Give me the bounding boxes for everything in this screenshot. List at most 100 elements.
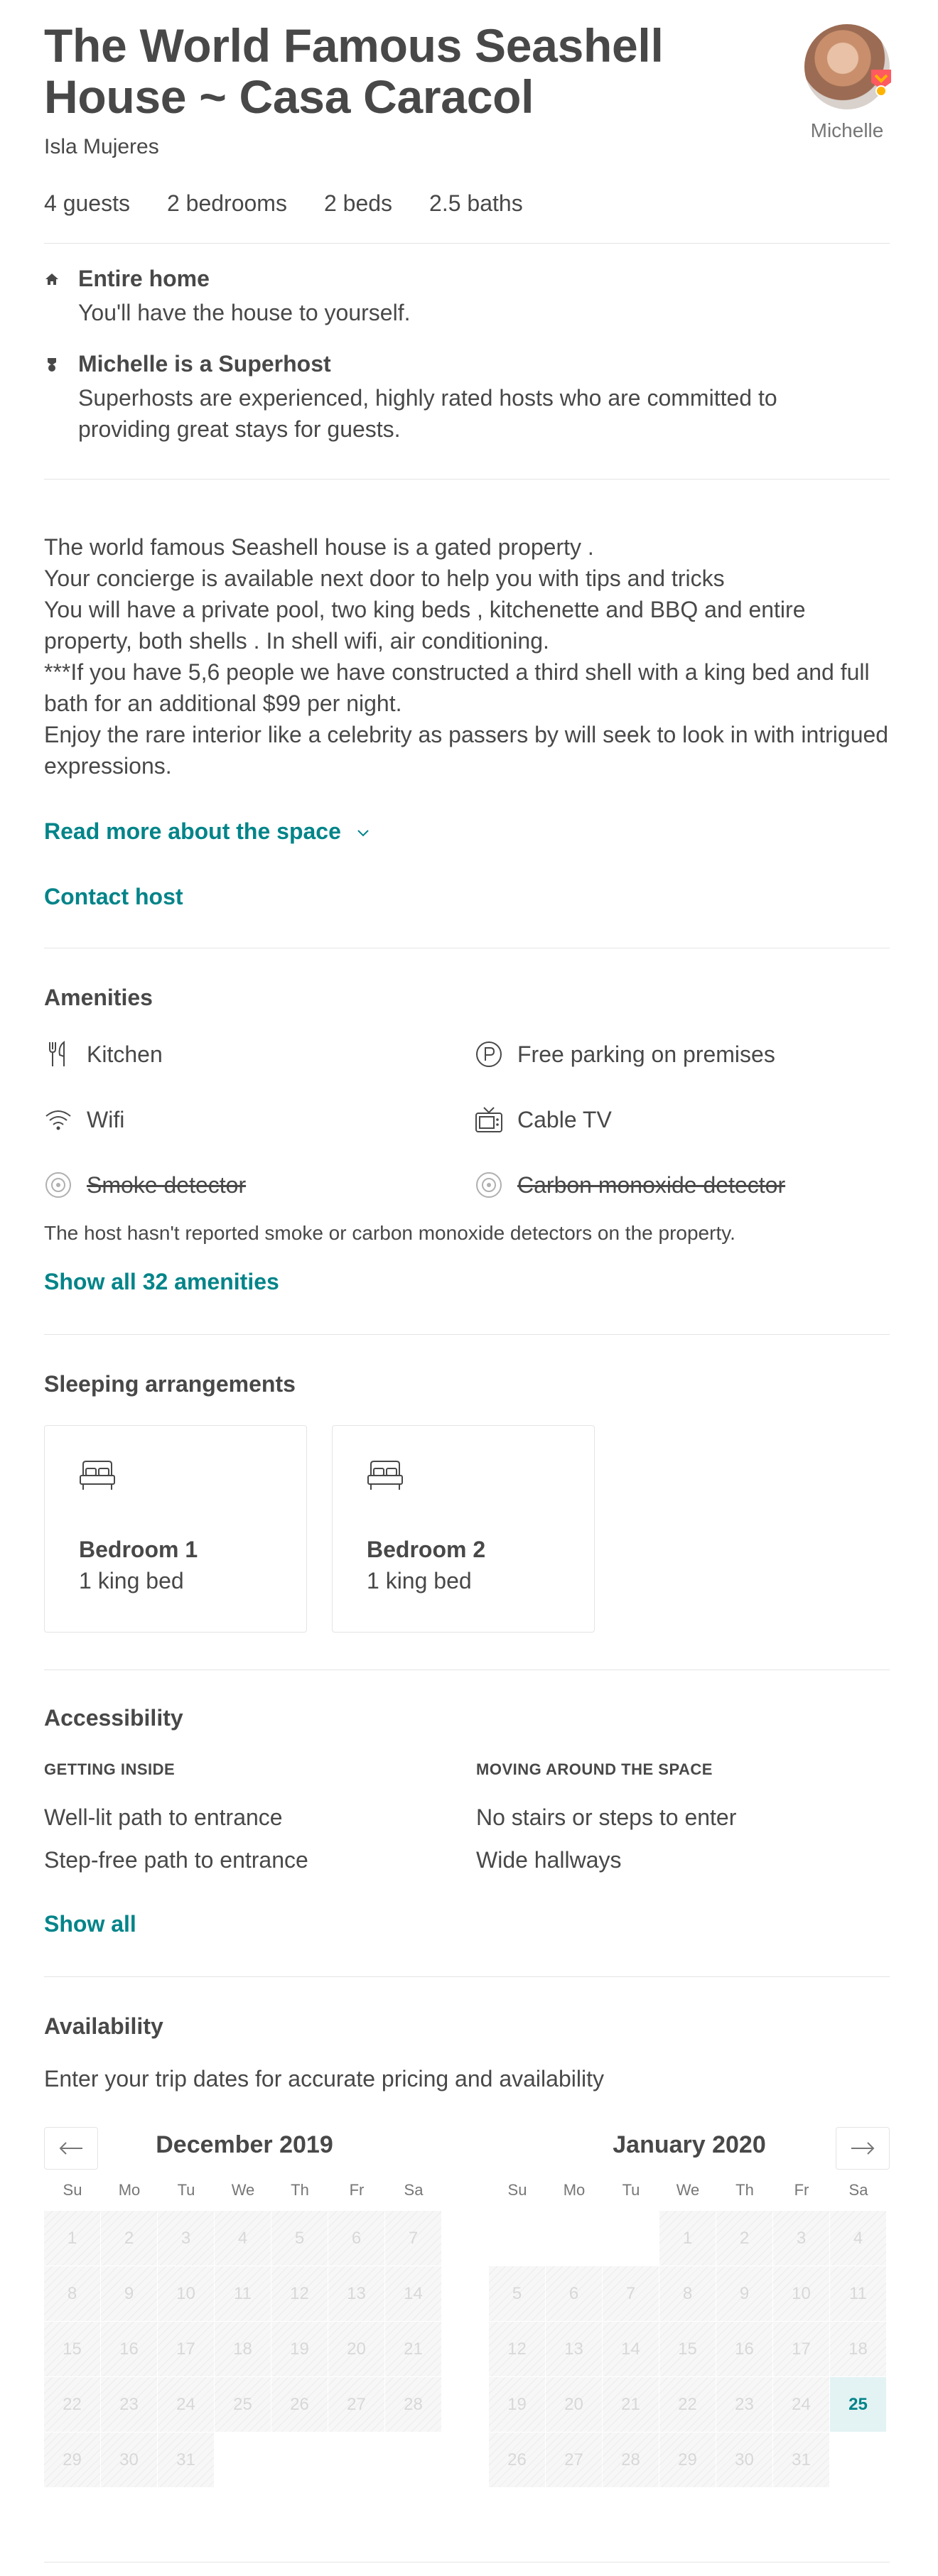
- bedroom-name: Bedroom 2: [367, 1537, 486, 1562]
- bedroom-name: Bedroom 1: [79, 1537, 198, 1562]
- highlight-title: Michelle is a Superhost: [78, 351, 331, 377]
- month-title-december: December 2019: [156, 2131, 333, 2158]
- kitchen-icon: [44, 1040, 72, 1068]
- calendar-day: 22: [659, 2377, 716, 2432]
- show-all-accessibility-link[interactable]: Show all: [44, 1911, 136, 1937]
- read-more-link[interactable]: Read more about the space: [44, 818, 372, 845]
- calendar-day: 13: [328, 2266, 384, 2321]
- amenities-note: The host hasn't reported smoke or carbon…: [44, 1222, 735, 1244]
- calendar-day: 30: [716, 2432, 772, 2487]
- calendar-day: 29: [44, 2432, 100, 2487]
- weekday-label: Sa: [404, 2181, 424, 2199]
- bedroom-detail: 1 king bed: [79, 1568, 184, 1593]
- weekday-label: Fr: [349, 2181, 365, 2199]
- description-line: Your concierge is available next door to…: [44, 565, 725, 591]
- listing-stats: 4 guests 2 bedrooms 2 beds 2.5 baths: [44, 190, 523, 217]
- calendar-day: 12: [271, 2266, 328, 2321]
- calendar-day: 5: [271, 2211, 328, 2266]
- calendar-day: 19: [489, 2377, 545, 2432]
- calendar-day: 11: [215, 2266, 271, 2321]
- wifi-icon: [44, 1105, 72, 1134]
- calendar-day: 11: [830, 2266, 886, 2321]
- accessibility-item: Step-free path to entrance: [44, 1847, 308, 1873]
- co-detector-icon: [475, 1171, 503, 1199]
- moving-around-heading: MOVING AROUND THE SPACE: [476, 1760, 713, 1778]
- calendar-day: 5: [489, 2266, 545, 2321]
- calendar-day[interactable]: 25: [830, 2377, 886, 2432]
- amenity-co-detector: Carbon monoxide detector: [475, 1171, 785, 1199]
- bed-icon: [367, 1461, 403, 1490]
- calendar-day: 26: [271, 2377, 328, 2432]
- accessibility-item: No stairs or steps to enter: [476, 1804, 737, 1830]
- calendar-day: 31: [158, 2432, 214, 2487]
- smoke-detector-icon: [44, 1171, 72, 1199]
- sleeping-title: Sleeping arrangements: [44, 1371, 296, 1397]
- calendar-day: 4: [830, 2211, 886, 2266]
- calendar-day: 21: [385, 2322, 441, 2376]
- calendar-day: 26: [489, 2432, 545, 2487]
- highlight-superhost: Michelle is a Superhost Superhosts are e…: [44, 351, 890, 443]
- bed-icon: [80, 1461, 115, 1490]
- divider: [44, 243, 890, 244]
- calendar-day: 17: [773, 2322, 829, 2376]
- description-line: The world famous Seashell house is a gat…: [44, 534, 594, 560]
- amenity-wifi: Wifi: [44, 1105, 124, 1134]
- bedroom-detail: 1 king bed: [367, 1568, 472, 1593]
- amenity-kitchen: Kitchen: [44, 1040, 163, 1068]
- calendar-day: 20: [546, 2377, 602, 2432]
- weekday-label: Tu: [177, 2181, 195, 2199]
- calendar-day: 16: [716, 2322, 772, 2376]
- weekday-label: Th: [735, 2181, 754, 2199]
- calendar-day: 31: [773, 2432, 829, 2487]
- contact-host-link[interactable]: Contact host: [44, 884, 183, 910]
- divider: [44, 1669, 890, 1670]
- superhost-badge-icon: [871, 70, 891, 97]
- stat-baths: 2.5 baths: [429, 190, 523, 216]
- calendar-day: 10: [773, 2266, 829, 2321]
- show-all-amenities-link[interactable]: Show all 32 amenities: [44, 1269, 279, 1295]
- weekday-label: Tu: [622, 2181, 640, 2199]
- listing-title-line2: House ~ Casa Caracol: [44, 70, 534, 123]
- calendar-day: 2: [716, 2211, 772, 2266]
- calendar-day: 27: [546, 2432, 602, 2487]
- listing-page: The World Famous Seashell House ~ Casa Ca…: [0, 0, 938, 2576]
- calendar-day: 7: [603, 2266, 659, 2321]
- calendar-day: 17: [158, 2322, 214, 2376]
- highlight-title: Entire home: [78, 266, 210, 291]
- bedroom-card: Bedroom 1 1 king bed: [44, 1425, 307, 1633]
- calendar-day: 3: [158, 2211, 214, 2266]
- description-line: Enjoy the rare interior like a celebrity…: [44, 722, 889, 779]
- weekday-label: Th: [291, 2181, 309, 2199]
- calendar-day: 23: [101, 2377, 157, 2432]
- calendar-day: 15: [44, 2322, 100, 2376]
- host-avatar[interactable]: [804, 24, 891, 109]
- calendar-day: 8: [44, 2266, 100, 2321]
- accessibility-item: Wide hallways: [476, 1847, 622, 1873]
- divider: [44, 1334, 890, 1335]
- calendar-day: 24: [773, 2377, 829, 2432]
- calendar-day: 18: [830, 2322, 886, 2376]
- availability-title: Availability: [44, 2013, 163, 2039]
- calendar-day: 8: [659, 2266, 716, 2321]
- calendar-day: 16: [101, 2322, 157, 2376]
- amenities-title: Amenities: [44, 985, 153, 1010]
- superhost-medal-icon: [48, 358, 56, 372]
- host-name: Michelle: [810, 119, 884, 141]
- highlight-text: You'll have the house to yourself.: [78, 300, 411, 325]
- calendar-day: 1: [659, 2211, 716, 2266]
- calendar-day: 15: [659, 2322, 716, 2376]
- weekday-label: Mo: [118, 2181, 141, 2199]
- calendar-day: 14: [385, 2266, 441, 2321]
- calendar-day: 21: [603, 2377, 659, 2432]
- calendar-day: 7: [385, 2211, 441, 2266]
- chevron-down-icon: [357, 829, 369, 836]
- amenity-parking: Free parking on premises: [475, 1040, 775, 1068]
- calendar-day: 6: [546, 2266, 602, 2321]
- amenity-label: Wifi: [87, 1106, 125, 1132]
- amenity-label: Free parking on premises: [517, 1041, 775, 1067]
- calendar-day: 24: [158, 2377, 214, 2432]
- stat-beds: 2 beds: [323, 190, 393, 216]
- listing-title-line1: The World Famous Seashell: [44, 19, 664, 72]
- listing-location[interactable]: Isla Mujeres: [44, 135, 159, 159]
- host-profile[interactable]: Michelle: [804, 24, 891, 142]
